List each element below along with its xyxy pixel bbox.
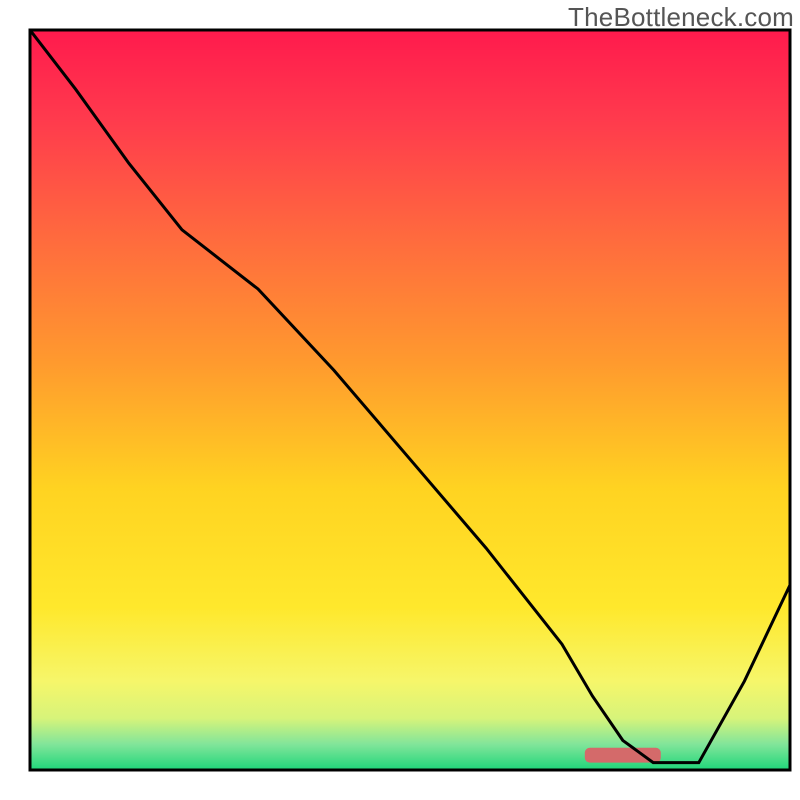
gradient-background bbox=[30, 30, 790, 770]
watermark-label: TheBottleneck.com bbox=[568, 2, 794, 33]
chart-svg bbox=[0, 0, 800, 800]
chart-container: TheBottleneck.com bbox=[0, 0, 800, 800]
plot-area bbox=[30, 30, 790, 770]
